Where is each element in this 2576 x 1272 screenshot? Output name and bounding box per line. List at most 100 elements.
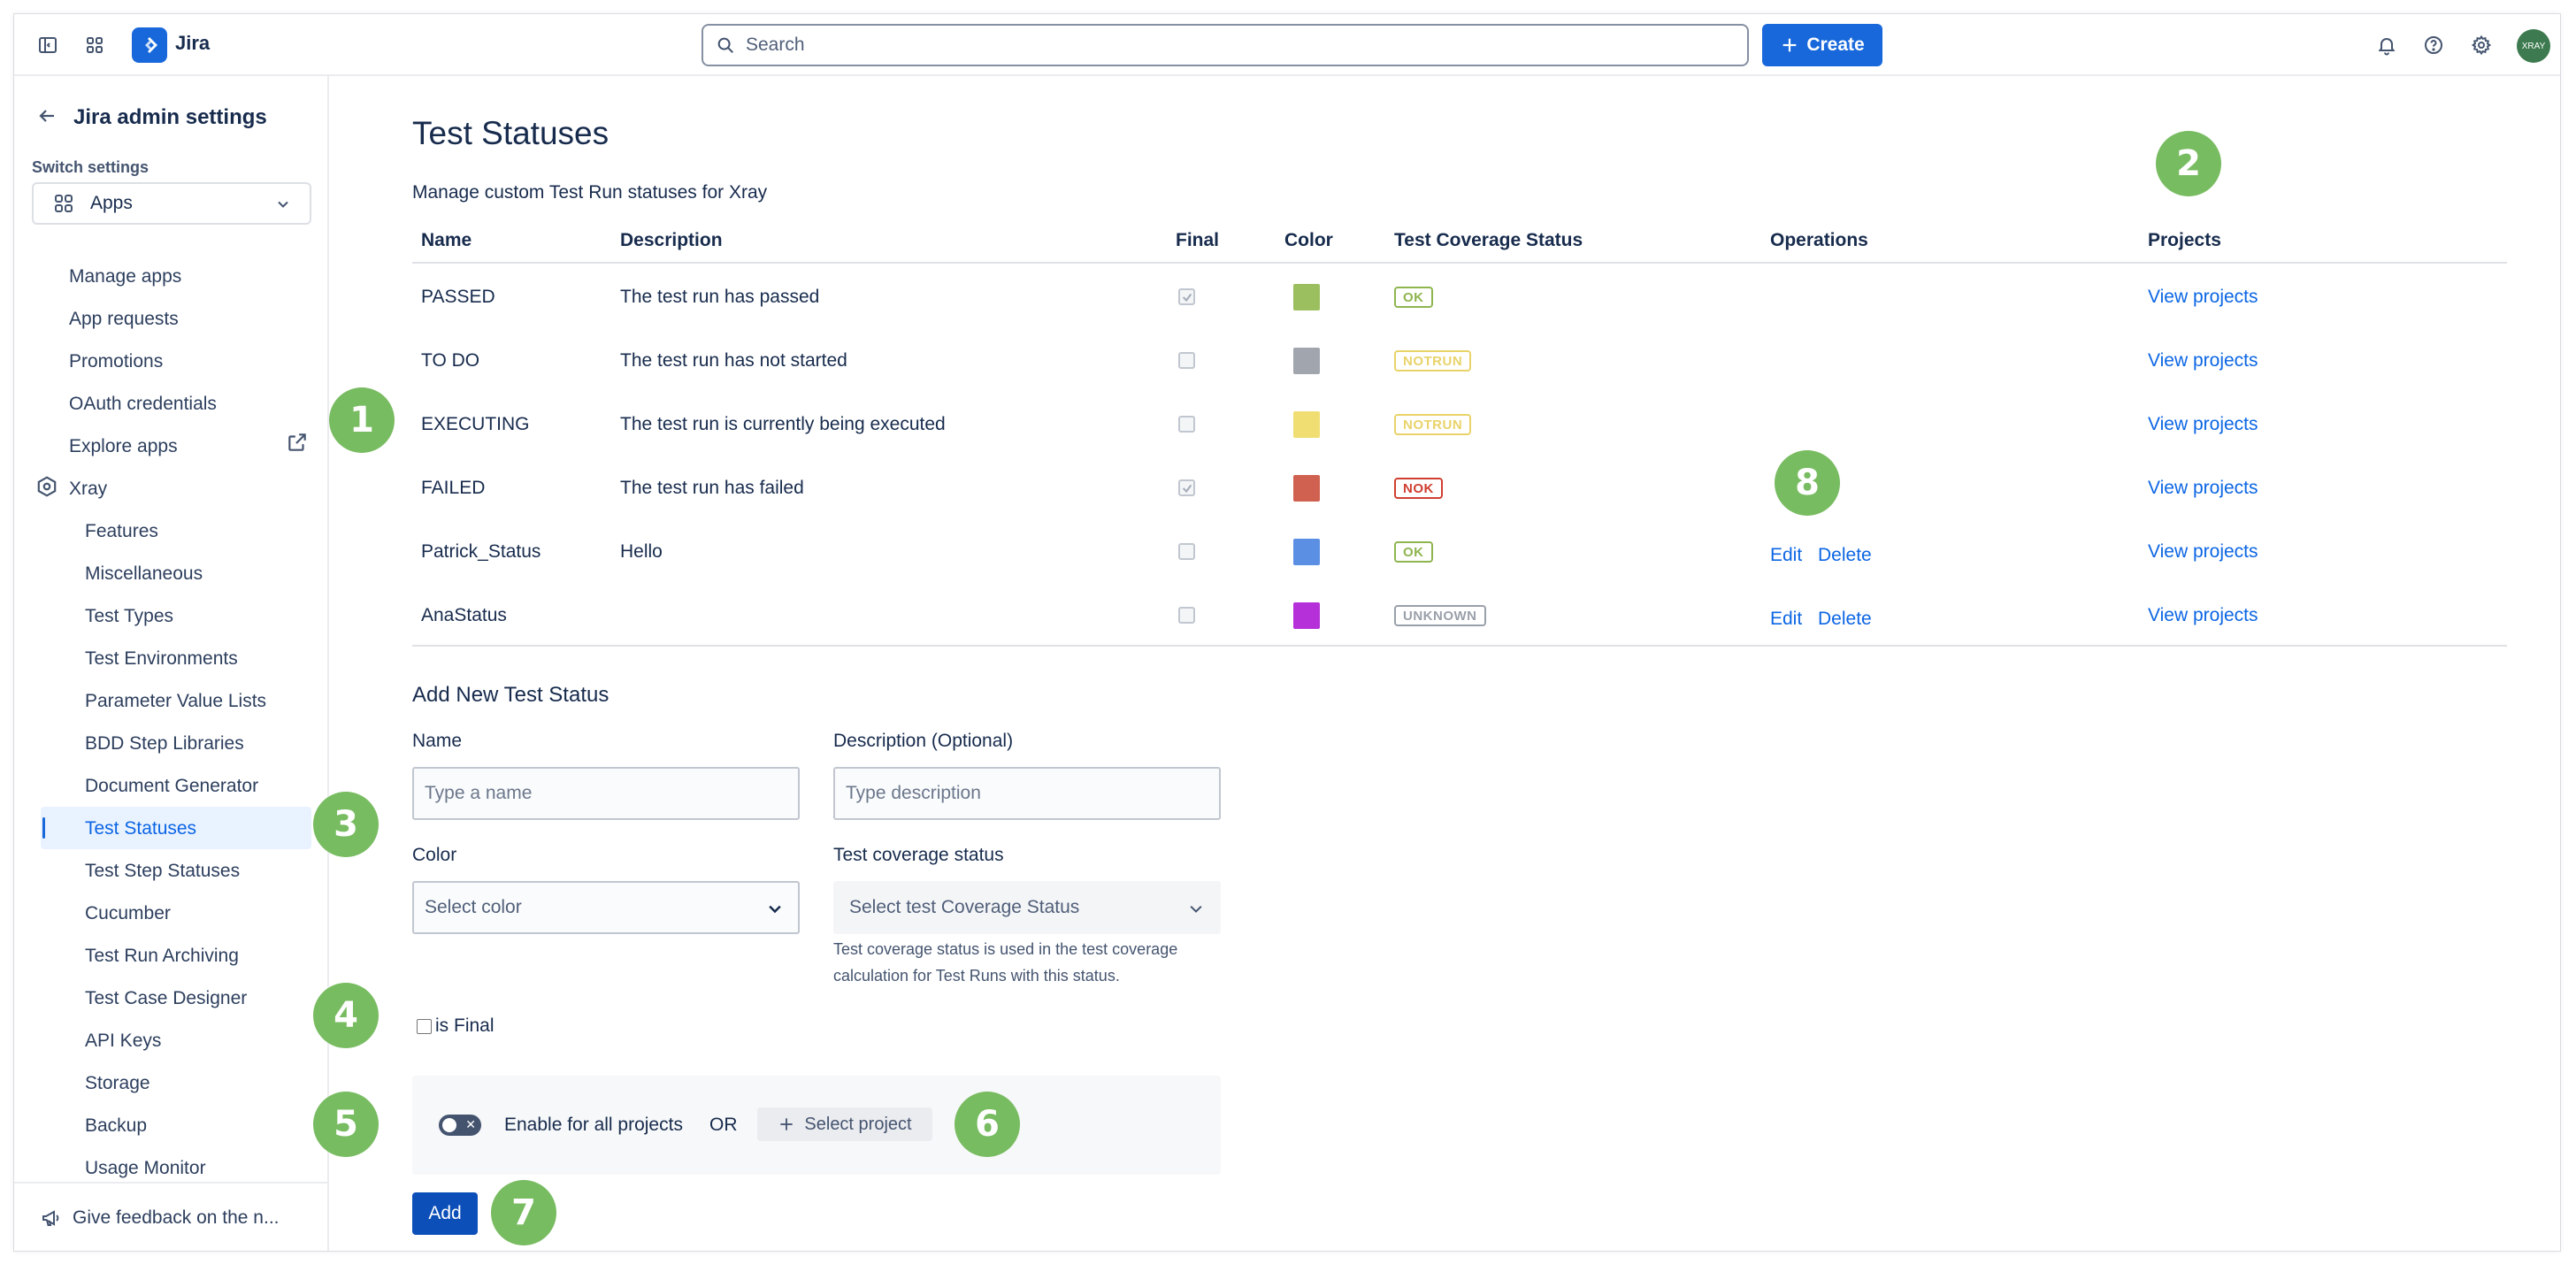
select-project-button[interactable]: Select project <box>757 1107 932 1141</box>
status-name: PASSED <box>421 287 495 307</box>
column-header-coverage: Test Coverage Status <box>1394 230 1583 250</box>
give-feedback-button[interactable]: Give feedback on the n... <box>14 1182 327 1251</box>
final-checkbox <box>1178 607 1195 624</box>
user-avatar[interactable]: XRAY <box>2517 29 2550 63</box>
external-link-icon[interactable] <box>286 431 309 454</box>
create-button[interactable]: Create <box>1762 24 1882 66</box>
view-projects-link[interactable]: View projects <box>2148 350 2258 372</box>
add-status-button[interactable]: Add <box>412 1192 478 1235</box>
sidebar-item-document-generator[interactable]: Document Generator <box>85 776 258 797</box>
sidebar-item-miscellaneous[interactable]: Miscellaneous <box>85 563 203 585</box>
enable-all-projects-toggle[interactable]: ✕ <box>439 1115 481 1136</box>
column-header-projects: Projects <box>2148 230 2221 250</box>
sidebar-item-test-statuses[interactable]: Test Statuses <box>85 818 196 839</box>
sidebar-item-test-run-archiving[interactable]: Test Run Archiving <box>85 946 239 967</box>
view-projects-link[interactable]: View projects <box>2148 541 2258 563</box>
checkbox-box[interactable] <box>417 1018 432 1034</box>
annotation-marker-5: 5 <box>313 1092 379 1157</box>
sidebar-item-xray[interactable]: Xray <box>69 479 107 500</box>
coverage-status-lozenge: UNKNOWN <box>1394 605 1486 626</box>
view-projects-link[interactable]: View projects <box>2148 287 2258 308</box>
final-checkbox <box>1178 479 1195 496</box>
switch-settings-value: Apps <box>90 193 133 213</box>
sidebar-toggle-icon[interactable] <box>32 29 64 61</box>
sidebar-item-manage-apps[interactable]: Manage apps <box>69 266 181 287</box>
view-projects-link[interactable]: View projects <box>2148 605 2258 626</box>
settings-gear-icon[interactable] <box>2465 29 2497 61</box>
page-title: Test Statuses <box>412 115 610 151</box>
coverage-status-lozenge: NOTRUN <box>1394 414 1472 435</box>
annotation-marker-7: 7 <box>491 1180 556 1245</box>
sidebar-item-test-step-statuses[interactable]: Test Step Statuses <box>85 861 240 882</box>
coverage-status-lozenge: OK <box>1394 541 1433 563</box>
sidebar-title: Jira admin settings <box>73 105 267 129</box>
status-description: The test run has failed <box>620 478 804 498</box>
sidebar-item-parameter-value-lists[interactable]: Parameter Value Lists <box>85 691 266 712</box>
color-select[interactable]: Select color <box>412 881 800 934</box>
status-name: FAILED <box>421 478 486 498</box>
view-projects-link[interactable]: View projects <box>2148 414 2258 435</box>
jira-logo-icon[interactable] <box>132 27 167 63</box>
column-header-final: Final <box>1176 230 1220 250</box>
annotation-marker-1: 1 <box>329 387 395 453</box>
edit-link[interactable]: Edit <box>1770 545 1802 566</box>
edit-link[interactable]: Edit <box>1770 609 1802 630</box>
status-color-swatch <box>1293 539 1320 565</box>
description-label: Description (Optional) <box>833 731 1014 751</box>
select-project-label: Select project <box>804 1114 912 1134</box>
back-arrow-icon[interactable] <box>34 103 60 129</box>
top-navigation: Jira Create XRAY <box>14 14 2560 76</box>
is-final-checkbox[interactable]: is Final <box>417 1015 494 1037</box>
switch-settings-label: Switch settings <box>32 158 150 176</box>
status-color-swatch <box>1293 348 1320 374</box>
sidebar-item-explore-apps[interactable]: Explore apps <box>69 436 178 457</box>
is-final-label: is Final <box>435 1015 494 1036</box>
column-header-description: Description <box>620 230 723 250</box>
sidebar-item-test-types[interactable]: Test Types <box>85 606 173 627</box>
chevron-down-icon <box>1190 905 1202 913</box>
color-select-placeholder: Select color <box>425 897 522 917</box>
name-input[interactable] <box>412 767 800 820</box>
app-name[interactable]: Jira <box>175 32 210 55</box>
sidebar-item-features[interactable]: Features <box>85 521 158 542</box>
search-input[interactable] <box>746 34 1630 56</box>
sidebar-item-test-environments[interactable]: Test Environments <box>85 648 238 670</box>
sidebar-item-test-case-designer[interactable]: Test Case Designer <box>85 988 247 1009</box>
toggle-off-icon: ✕ <box>465 1117 476 1131</box>
description-input[interactable] <box>833 767 1221 820</box>
sidebar-item-backup[interactable]: Backup <box>85 1115 147 1137</box>
sidebar-item-promotions[interactable]: Promotions <box>69 351 163 372</box>
view-projects-link[interactable]: View projects <box>2148 478 2258 499</box>
apps-icon <box>55 195 73 212</box>
coverage-status-lozenge: NOTRUN <box>1394 350 1472 372</box>
plus-icon <box>1782 38 1797 52</box>
sidebar-item-bdd-step-libraries[interactable]: BDD Step Libraries <box>85 733 244 755</box>
column-header-color: Color <box>1284 230 1333 250</box>
sidebar-item-usage-monitor[interactable]: Usage Monitor <box>85 1158 206 1179</box>
delete-link[interactable]: Delete <box>1818 609 1872 630</box>
status-description: The test run is currently being executed <box>620 414 946 434</box>
search-box[interactable] <box>702 24 1749 66</box>
coverage-select[interactable]: Select test Coverage Status <box>833 881 1221 934</box>
column-header-operations: Operations <box>1770 230 1868 250</box>
delete-link[interactable]: Delete <box>1818 545 1872 566</box>
sidebar-item-api-keys[interactable]: API Keys <box>85 1031 161 1052</box>
coverage-status-lozenge: NOK <box>1394 478 1443 499</box>
switch-settings-select[interactable]: Apps <box>32 182 311 225</box>
final-checkbox <box>1178 543 1195 560</box>
help-icon[interactable] <box>2418 29 2450 61</box>
admin-sidebar: Jira admin settings Switch settings Apps… <box>14 76 329 1251</box>
create-label: Create <box>1806 34 1865 55</box>
sidebar-item-storage[interactable]: Storage <box>85 1073 150 1094</box>
status-name: AnaStatus <box>421 605 507 625</box>
app-switcher-icon[interactable] <box>79 29 111 61</box>
page-subtitle: Manage custom Test Run statuses for Xray <box>412 182 768 203</box>
sidebar-item-cucumber[interactable]: Cucumber <box>85 903 171 924</box>
sidebar-item-app-requests[interactable]: App requests <box>69 309 179 330</box>
sidebar-item-oauth-credentials[interactable]: OAuth credentials <box>69 394 217 415</box>
notifications-icon[interactable] <box>2371 29 2403 61</box>
annotation-marker-4: 4 <box>313 983 379 1048</box>
checkmark-icon <box>1182 484 1192 493</box>
status-name: TO DO <box>421 350 480 371</box>
coverage-select-placeholder: Select test Coverage Status <box>849 897 1080 917</box>
